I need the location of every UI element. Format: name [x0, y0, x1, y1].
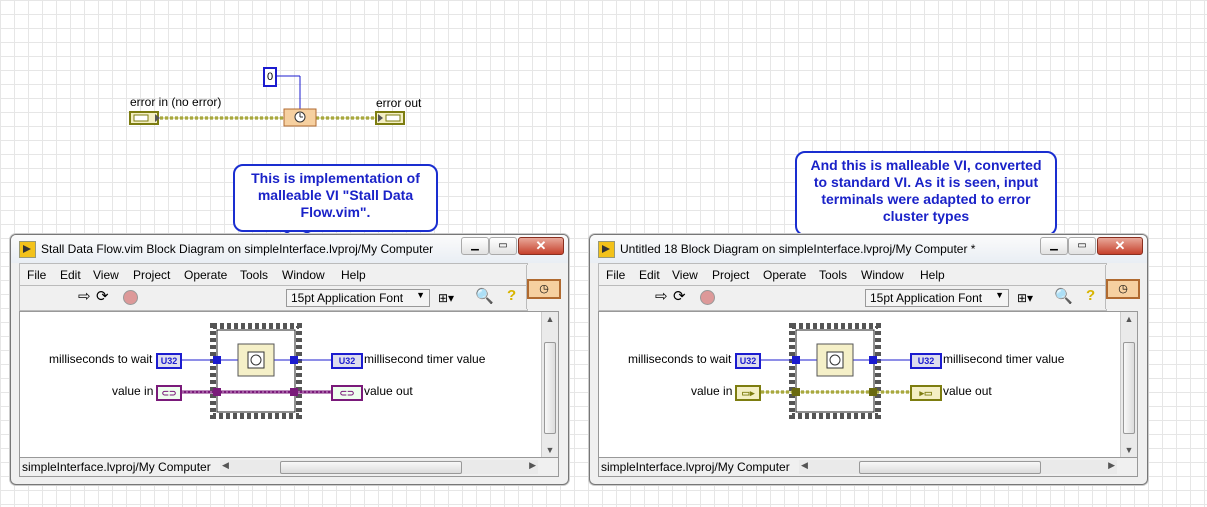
search-icon[interactable]: 🔍	[475, 288, 494, 306]
menu-operate[interactable]: Operate	[763, 268, 806, 282]
menu-window[interactable]: Window	[282, 268, 325, 282]
minimize-button[interactable]: ▁	[461, 237, 489, 255]
u32-output-terminal[interactable]: U32	[910, 353, 942, 369]
run-continuously-icon[interactable]: ⟳	[96, 288, 109, 306]
u32-output-terminal[interactable]: U32	[331, 353, 363, 369]
vi-icon	[598, 241, 615, 258]
vertical-scroll-thumb[interactable]	[1123, 342, 1135, 434]
window-title: Stall Data Flow.vim Block Diagram on sim…	[41, 242, 434, 256]
minimize-button[interactable]: ▁	[1040, 237, 1068, 255]
status-bar: simpleInterface.lvproj/My Computer ◀ ▶	[598, 457, 1138, 477]
menu-edit[interactable]: Edit	[60, 268, 81, 282]
block-diagram-window-left: Stall Data Flow.vim Block Diagram on sim…	[10, 234, 569, 485]
title-bar[interactable]: Untitled 18 Block Diagram on simpleInter…	[590, 235, 1147, 263]
callout-left: This is implementation of malleable VI "…	[233, 164, 438, 232]
vertical-scrollbar[interactable]: ▲ ▼	[1120, 312, 1137, 457]
menu-edit[interactable]: Edit	[639, 268, 660, 282]
status-project-path: simpleInterface.lvproj/My Computer	[22, 460, 211, 474]
scroll-down-icon[interactable]: ▼	[542, 445, 558, 455]
menu-project[interactable]: Project	[133, 268, 170, 282]
scroll-right-icon[interactable]: ▶	[529, 460, 536, 471]
run-arrow-icon[interactable]: ⇨	[655, 288, 668, 306]
vertical-scroll-thumb[interactable]	[544, 342, 556, 434]
menu-window[interactable]: Window	[861, 268, 904, 282]
ms-timer-label: millisecond timer value	[364, 352, 486, 366]
window-title: Untitled 18 Block Diagram on simpleInter…	[620, 242, 976, 256]
error-cluster-output-terminal[interactable]: ▸▭	[910, 385, 942, 401]
menu-bar: File Edit View Project Operate Tools Win…	[19, 263, 528, 286]
abort-icon[interactable]	[700, 290, 715, 305]
variant-output-terminal[interactable]: ⊂⊃	[331, 385, 363, 401]
toolbar: ⇨ ⟳ 15pt Application Font ▼ ⊞▾ 🔍 ?	[598, 285, 1107, 311]
title-bar[interactable]: Stall Data Flow.vim Block Diagram on sim…	[11, 235, 568, 263]
scroll-left-icon[interactable]: ◀	[801, 460, 808, 471]
menu-project[interactable]: Project	[712, 268, 749, 282]
horizontal-scrollbar[interactable]: ◀ ▶	[220, 460, 538, 474]
timer-icon[interactable]: ◷	[1106, 279, 1140, 299]
maximize-button[interactable]: ▭	[489, 237, 517, 255]
help-icon[interactable]: ?	[507, 287, 516, 305]
menu-tools[interactable]: Tools	[819, 268, 847, 282]
menu-help[interactable]: Help	[920, 268, 945, 282]
horizontal-scroll-thumb[interactable]	[859, 461, 1041, 474]
horizontal-scrollbar[interactable]: ◀ ▶	[799, 460, 1117, 474]
ms-timer-label: millisecond timer value	[943, 352, 1065, 366]
chevron-down-icon: ▼	[416, 290, 425, 300]
search-icon[interactable]: 🔍	[1054, 288, 1073, 306]
font-select-value: 15pt Application Font	[291, 291, 404, 305]
scroll-down-icon[interactable]: ▼	[1121, 445, 1137, 455]
menu-operate[interactable]: Operate	[184, 268, 227, 282]
run-continuously-icon[interactable]: ⟳	[673, 288, 686, 306]
chevron-down-icon: ▼	[995, 290, 1004, 300]
menu-tools[interactable]: Tools	[240, 268, 268, 282]
font-select[interactable]: 15pt Application Font ▼	[865, 289, 1009, 307]
value-out-label: value out	[943, 384, 992, 398]
toolbar: ⇨ ⟳ 15pt Application Font ▼ ⊞▾ 🔍 ?	[19, 285, 528, 311]
run-arrow-icon[interactable]: ⇨	[78, 288, 91, 306]
timer-icon[interactable]: ◷	[527, 279, 561, 299]
scroll-up-icon[interactable]: ▲	[1121, 314, 1137, 324]
help-icon[interactable]: ?	[1086, 287, 1095, 305]
menu-view[interactable]: View	[93, 268, 119, 282]
scroll-left-icon[interactable]: ◀	[222, 460, 229, 471]
menu-help[interactable]: Help	[341, 268, 366, 282]
diagram-wires-right	[761, 323, 913, 419]
menu-file[interactable]: File	[606, 268, 625, 282]
status-bar: simpleInterface.lvproj/My Computer ◀ ▶	[19, 457, 559, 477]
align-icon[interactable]: ⊞▾	[1017, 289, 1033, 307]
menu-file[interactable]: File	[27, 268, 46, 282]
callout-right: And this is malleable VI, converted to s…	[795, 151, 1057, 236]
diagram-wires-left	[182, 323, 334, 419]
maximize-button[interactable]: ▭	[1068, 237, 1096, 255]
menu-bar: File Edit View Project Operate Tools Win…	[598, 263, 1107, 286]
abort-icon[interactable]	[123, 290, 138, 305]
value-out-label: value out	[364, 384, 413, 398]
vi-icon	[19, 241, 36, 258]
horizontal-scroll-thumb[interactable]	[280, 461, 462, 474]
close-button[interactable]: ✕	[518, 237, 564, 255]
align-icon[interactable]: ⊞▾	[438, 289, 454, 307]
status-project-path: simpleInterface.lvproj/My Computer	[601, 460, 790, 474]
vertical-scrollbar[interactable]: ▲ ▼	[541, 312, 558, 457]
diagram-canvas[interactable]: milliseconds to wait U32 value in ⊂⊃ U32…	[19, 311, 559, 458]
font-select-value: 15pt Application Font	[870, 291, 983, 305]
scroll-right-icon[interactable]: ▶	[1108, 460, 1115, 471]
font-select[interactable]: 15pt Application Font ▼	[286, 289, 430, 307]
scroll-up-icon[interactable]: ▲	[542, 314, 558, 324]
block-diagram-window-right: Untitled 18 Block Diagram on simpleInter…	[589, 234, 1148, 485]
menu-view[interactable]: View	[672, 268, 698, 282]
close-button[interactable]: ✕	[1097, 237, 1143, 255]
diagram-canvas[interactable]: milliseconds to wait U32 value in ▭▸ U32…	[598, 311, 1138, 458]
